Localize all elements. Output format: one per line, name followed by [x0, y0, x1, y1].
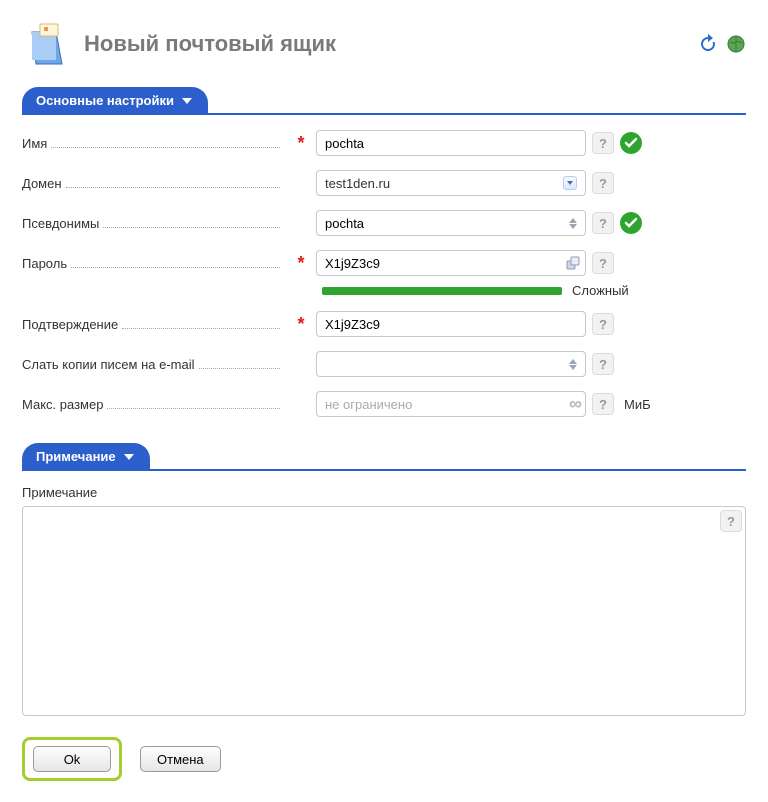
row-aliases: Псевдонимы ?	[22, 209, 746, 237]
section-notes-label: Примечание	[36, 449, 116, 464]
help-icon[interactable]: ?	[720, 510, 742, 532]
mailbox-icon	[22, 20, 70, 68]
label-name: Имя	[22, 136, 47, 151]
stepper-icon[interactable]	[564, 355, 582, 373]
help-icon[interactable]: ?	[592, 132, 614, 154]
row-password: Пароль * ?	[22, 249, 746, 277]
label-maxsize: Макс. размер	[22, 397, 103, 412]
required-icon: *	[292, 314, 310, 335]
row-domain: Домен test1den.ru ?	[22, 169, 746, 197]
row-confirm: Подтверждение * ?	[22, 310, 746, 338]
label-copies: Слать копии писем на e-mail	[22, 357, 195, 372]
unit-label: МиБ	[624, 397, 651, 412]
label-aliases: Псевдонимы	[22, 216, 99, 231]
stepper-icon[interactable]	[564, 214, 582, 232]
maxsize-input[interactable]	[316, 391, 586, 417]
chevron-down-icon	[182, 98, 192, 104]
section-main-tab[interactable]: Основные настройки	[22, 87, 208, 114]
ok-highlight: Ok	[22, 737, 122, 781]
generate-icon[interactable]	[564, 254, 582, 272]
infinity-icon: ∞	[569, 394, 582, 415]
help-icon[interactable]: ?	[592, 252, 614, 274]
help-icon[interactable]: ?	[592, 393, 614, 415]
domain-select[interactable]: test1den.ru	[316, 170, 586, 196]
dots	[51, 147, 280, 148]
label-domain: Домен	[22, 176, 62, 191]
label-confirm: Подтверждение	[22, 317, 118, 332]
name-input[interactable]	[316, 130, 586, 156]
button-row: Ok Отмена	[22, 737, 746, 781]
section-main-label: Основные настройки	[36, 93, 174, 108]
strength-bar	[322, 287, 562, 295]
globe-icon[interactable]	[726, 34, 746, 54]
valid-icon	[620, 132, 642, 154]
refresh-icon[interactable]	[698, 34, 718, 54]
ok-button[interactable]: Ok	[33, 746, 111, 772]
copies-input[interactable]	[316, 351, 586, 377]
aliases-input[interactable]	[316, 210, 586, 236]
required-icon: *	[292, 133, 310, 154]
chevron-down-icon	[563, 176, 577, 190]
help-icon[interactable]: ?	[592, 353, 614, 375]
page-header: Новый почтовый ящик	[22, 20, 746, 68]
notes-textarea[interactable]	[22, 506, 746, 716]
required-icon: *	[292, 253, 310, 274]
section-notes-tab[interactable]: Примечание	[22, 443, 150, 470]
label-notes: Примечание	[22, 485, 746, 500]
chevron-down-icon	[124, 454, 134, 460]
strength-label: Сложный	[572, 283, 629, 298]
row-name: Имя * ?	[22, 129, 746, 157]
password-strength: Сложный	[322, 283, 746, 298]
domain-selected-value: test1den.ru	[325, 176, 390, 191]
row-maxsize: Макс. размер ∞ ? МиБ	[22, 390, 746, 418]
cancel-button[interactable]: Отмена	[140, 746, 221, 772]
notes-wrap: ?	[22, 506, 746, 719]
page-title: Новый почтовый ящик	[84, 31, 684, 57]
password-input[interactable]	[316, 250, 586, 276]
header-actions	[698, 34, 746, 54]
help-icon[interactable]: ?	[592, 212, 614, 234]
help-icon[interactable]: ?	[592, 172, 614, 194]
valid-icon	[620, 212, 642, 234]
help-icon[interactable]: ?	[592, 313, 614, 335]
label-password: Пароль	[22, 256, 67, 271]
row-copies: Слать копии писем на e-mail ?	[22, 350, 746, 378]
confirm-input[interactable]	[316, 311, 586, 337]
